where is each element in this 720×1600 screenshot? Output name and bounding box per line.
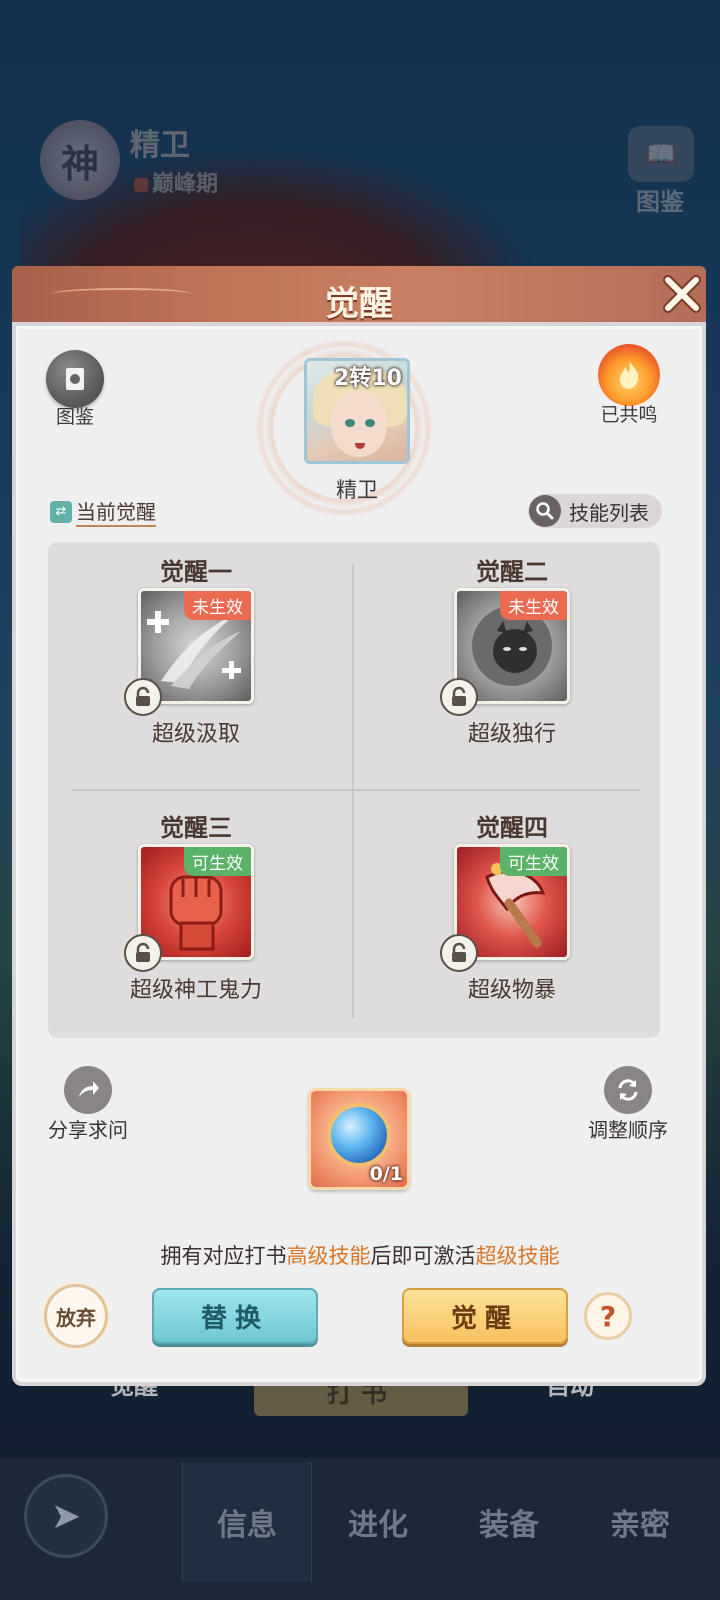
activation-hint: 拥有对应打书高级技能后即可激活超级技能 — [0, 1240, 720, 1270]
hint-middle: 后即可激活 — [370, 1244, 476, 1268]
skill-name: 超级汲取 — [151, 722, 240, 747]
fire-icon — [598, 344, 660, 406]
dex-button[interactable]: 图鉴 — [46, 350, 104, 429]
book-icon — [46, 350, 104, 408]
dex-label: 图鉴 — [55, 406, 94, 428]
orb-icon — [331, 1107, 387, 1163]
reorder-label: 调整顺序 — [588, 1118, 668, 1142]
skill-list-label: 技能列表 — [569, 500, 649, 525]
lock-icon — [124, 934, 162, 972]
hint-highlight-super-skill: 超级技能 — [475, 1244, 560, 1268]
status-badge: 可生效 — [184, 847, 251, 876]
tab-equip: 装备 — [479, 1508, 539, 1543]
tab-info: 信息 — [182, 1462, 312, 1582]
give-up-button[interactable]: 放弃 — [44, 1284, 108, 1348]
slot-title: 觉醒三 — [160, 814, 232, 842]
replace-button[interactable]: 替换 — [152, 1288, 318, 1344]
status-badge: 未生效 — [184, 591, 251, 620]
awaken-button[interactable]: 觉醒 — [402, 1288, 568, 1344]
slot-title: 觉醒四 — [476, 814, 548, 842]
slot-title: 觉醒一 — [160, 558, 232, 586]
status-badge: 未生效 — [500, 591, 567, 620]
skill-name: 超级物暴 — [467, 978, 556, 1003]
awaken-slot-3: 觉醒三 可生效 超级神工鬼力 — [76, 808, 316, 1018]
modal-title: 觉醒 — [325, 284, 393, 324]
reorder-button[interactable]: 调整顺序 — [588, 1066, 668, 1143]
awaken-slot-2: 觉醒二 未生效 超级独行 — [392, 552, 632, 762]
current-awaken-link[interactable]: ⇄ 当前觉醒 — [50, 496, 156, 527]
search-icon — [529, 495, 561, 527]
grid-divider-vertical — [352, 564, 354, 1018]
grid-divider-horizontal — [72, 789, 640, 791]
share-arrow-icon — [64, 1066, 112, 1114]
awaken-slot-4: 觉醒四 可生效 超级物暴 — [392, 808, 632, 1018]
skill-book-item[interactable]: 0/1 — [308, 1088, 410, 1190]
help-button[interactable]: ? — [584, 1292, 632, 1340]
back-arrow-icon: ➤ — [24, 1474, 108, 1558]
share-ask-button[interactable]: 分享求问 — [48, 1066, 128, 1143]
tab-intimacy: 亲密 — [610, 1508, 670, 1543]
lock-icon — [124, 678, 162, 716]
hint-prefix: 拥有对应打书 — [160, 1244, 287, 1268]
lock-icon — [440, 678, 478, 716]
share-ask-label: 分享求问 — [48, 1118, 128, 1142]
current-awaken-label: 当前觉醒 — [76, 496, 156, 527]
resonance-label: 已共鸣 — [600, 404, 658, 426]
skill-list-button[interactable]: 技能列表 — [528, 494, 662, 528]
tab-evolve: 进化 — [348, 1508, 408, 1543]
awaken-slot-1: 觉醒一 未生效 超级汲取 — [76, 552, 316, 762]
lock-icon — [440, 934, 478, 972]
skill-name: 超级神工鬼力 — [129, 978, 262, 1003]
resonance-button[interactable]: 已共鸣 — [598, 344, 660, 427]
close-icon — [663, 275, 701, 313]
hero-name: 精卫 — [336, 478, 378, 502]
hero-level-badge: 2转10 — [334, 366, 402, 391]
close-button[interactable] — [658, 270, 706, 318]
refresh-icon — [604, 1066, 652, 1114]
skill-name: 超级独行 — [467, 722, 556, 747]
slot-title: 觉醒二 — [476, 558, 548, 586]
item-count: 0/1 — [369, 1163, 403, 1185]
swap-icon: ⇄ — [50, 500, 72, 523]
status-badge: 可生效 — [500, 847, 567, 876]
hint-highlight-advanced-skill: 高级技能 — [286, 1244, 371, 1268]
